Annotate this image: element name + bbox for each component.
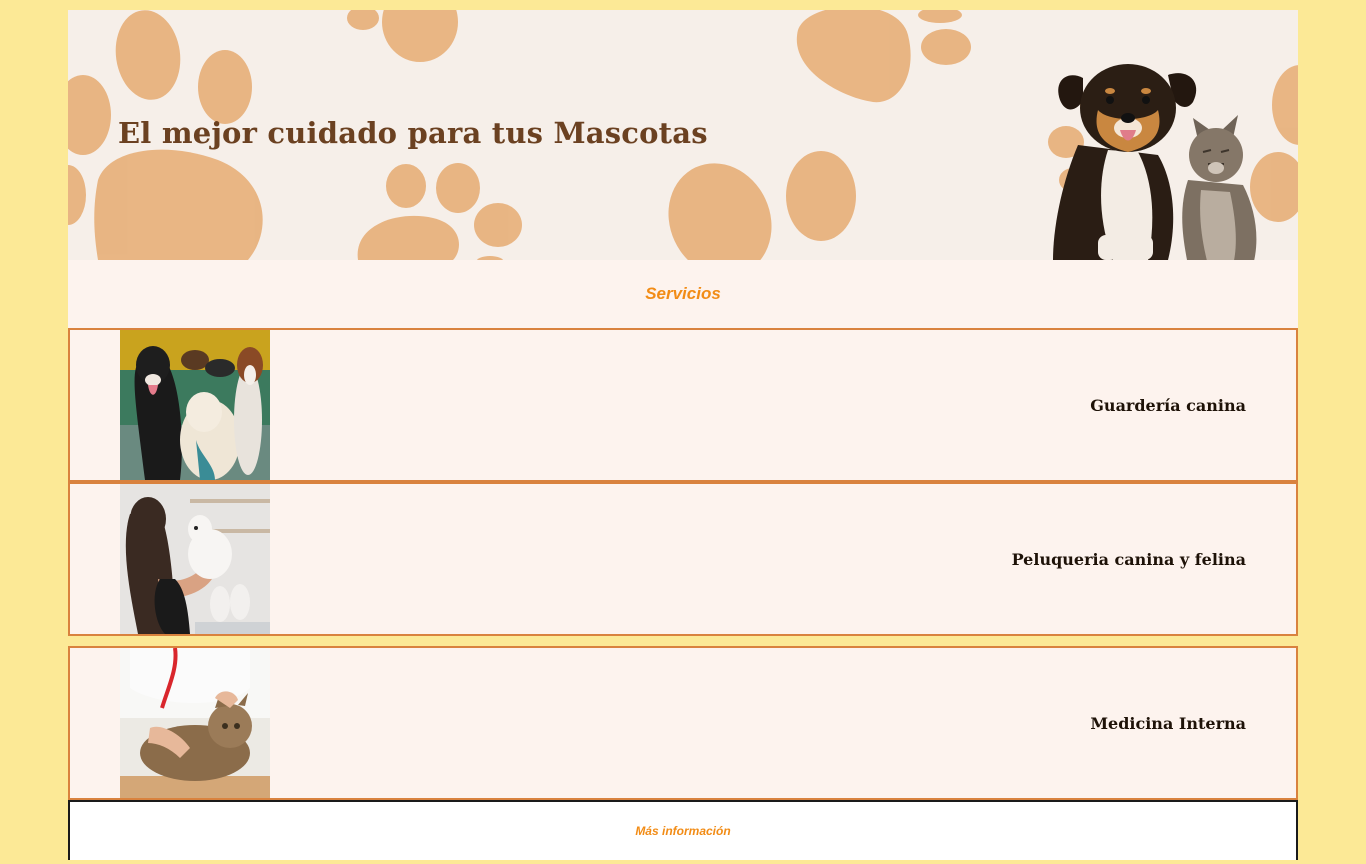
page: El mejor cuidado para tus Mascotas Servi… bbox=[68, 10, 1298, 860]
service-card-guarderia: Guardería canina bbox=[68, 328, 1298, 482]
service-image-vet-cat bbox=[120, 648, 270, 798]
service-label-medicina: Medicina Interna bbox=[1090, 713, 1246, 733]
more-info-box: Más información bbox=[68, 800, 1298, 860]
services-section-header: Servicios bbox=[68, 260, 1298, 328]
more-info-link[interactable]: Más información bbox=[635, 824, 730, 838]
dog-and-cat-illustration bbox=[1053, 64, 1257, 260]
service-card-peluqueria: Peluqueria canina y felina bbox=[68, 482, 1298, 636]
service-label-peluqueria: Peluqueria canina y felina bbox=[1011, 549, 1246, 569]
service-image-dogs bbox=[120, 330, 270, 480]
hero-banner: El mejor cuidado para tus Mascotas bbox=[68, 10, 1298, 260]
services-title: Servicios bbox=[645, 284, 721, 303]
cat-figure bbox=[1182, 115, 1257, 260]
service-card-medicina: Medicina Interna bbox=[68, 646, 1298, 800]
hero-title: El mejor cuidado para tus Mascotas bbox=[118, 116, 708, 150]
service-label-guarderia: Guardería canina bbox=[1090, 395, 1246, 415]
dog-figure bbox=[1053, 64, 1197, 260]
service-image-grooming bbox=[120, 484, 270, 634]
